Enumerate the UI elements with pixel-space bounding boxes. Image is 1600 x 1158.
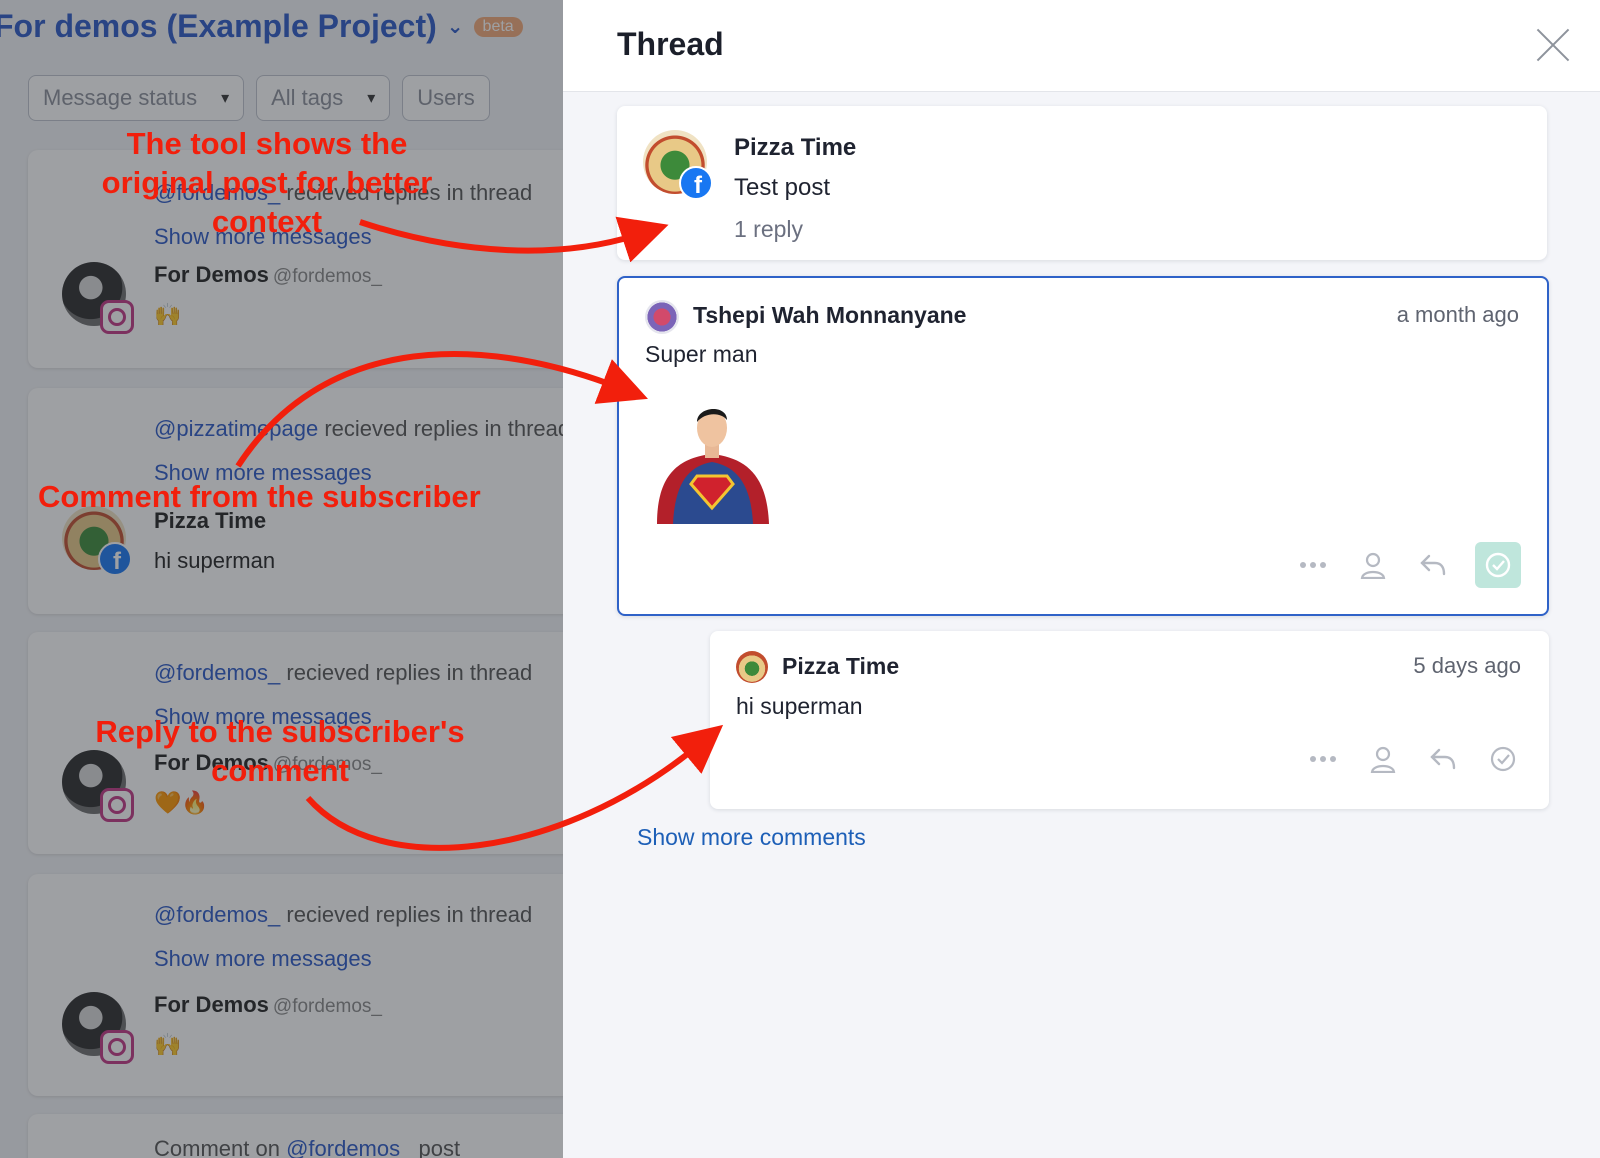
resolve-check-icon[interactable]	[1475, 542, 1521, 588]
reply-actions	[1305, 741, 1521, 777]
filter-bar: Message status ▾ All tags ▾ Users	[28, 75, 490, 121]
annotation-original-post: The tool shows the original post for bet…	[82, 124, 452, 241]
reply-text: hi superman	[736, 693, 863, 719]
post-author: Pizza Time	[734, 134, 857, 161]
instagram-icon	[100, 300, 134, 334]
card-message: 🙌	[154, 302, 182, 327]
card-author: For Demos	[154, 262, 269, 287]
reply-count[interactable]: 1 reply	[734, 216, 803, 243]
thread-panel: Thread f Pizza Time Test post 1 reply Ts…	[563, 0, 1600, 1158]
show-more-comments-link[interactable]: Show more comments	[637, 824, 866, 851]
superman-image[interactable]	[647, 396, 777, 526]
comment-author: Tshepi Wah Monnanyane	[693, 302, 967, 328]
card-handle[interactable]: @fordemos_	[154, 660, 280, 685]
close-icon[interactable]	[1534, 26, 1572, 64]
avatar	[736, 651, 768, 683]
reply-timestamp: 5 days ago	[1413, 653, 1521, 678]
list-item[interactable]: Comment on @fordemos_ post	[28, 1114, 563, 1158]
card-row-text: recieved replies in thread	[324, 416, 563, 441]
annotation-line: original post for better	[101, 165, 433, 200]
filter-label: Message status	[43, 85, 198, 110]
original-post-card[interactable]: f Pizza Time Test post 1 reply	[617, 106, 1547, 260]
project-selector[interactable]: For demos (Example Project) ⌄ beta	[0, 8, 523, 45]
comment-actions	[1295, 542, 1521, 588]
card-handle[interactable]: @fordemos_	[286, 1136, 412, 1158]
thread-header: Thread	[563, 0, 1600, 92]
card-handle[interactable]: @fordemos_	[154, 902, 280, 927]
reply-author: Pizza Time	[782, 653, 900, 679]
annotation-line: comment	[211, 753, 349, 788]
card-author: For Demos	[154, 992, 269, 1017]
post-text: Test post	[734, 174, 831, 201]
facebook-icon: f	[679, 166, 713, 200]
page-title: Thread	[617, 26, 724, 62]
annotation-subscriber-comment: Comment from the subscriber	[38, 479, 481, 514]
beta-badge: beta	[473, 16, 523, 37]
card-row-text: recieved replies in thread	[286, 902, 533, 927]
annotation-line: Reply to the subscriber's	[95, 714, 465, 749]
chevron-down-icon: ⌄	[446, 16, 464, 38]
card-handle[interactable]: @pizzatimepage	[154, 416, 318, 441]
card-message: hi superman	[154, 548, 276, 573]
assign-user-icon[interactable]	[1365, 741, 1401, 777]
annotation-line: context	[211, 204, 323, 239]
users-filter[interactable]: Users	[402, 75, 490, 121]
instagram-icon	[100, 788, 134, 822]
more-options-icon[interactable]	[1305, 741, 1341, 777]
subscriber-comment-card[interactable]: Tshepi Wah Monnanyane a month ago Super …	[617, 276, 1549, 616]
resolve-check-icon[interactable]	[1485, 741, 1521, 777]
card-author-handle: @fordemos_	[272, 266, 382, 287]
reply-icon[interactable]	[1425, 741, 1461, 777]
filter-label: Users	[417, 85, 475, 110]
chevron-down-icon: ▾	[367, 90, 376, 107]
chevron-down-icon: ▾	[221, 90, 230, 107]
avatar	[62, 992, 134, 1064]
reply-card[interactable]: Pizza Time 5 days ago hi superman	[710, 631, 1549, 809]
more-options-icon[interactable]	[1295, 547, 1331, 583]
avatar	[645, 300, 679, 334]
reply-icon[interactable]	[1415, 547, 1451, 583]
card-prefix: Comment on	[154, 1136, 280, 1158]
show-more-messages-link[interactable]: Show more messages	[154, 946, 372, 972]
facebook-icon: f	[98, 542, 132, 576]
annotation-reply: Reply to the subscriber's comment	[70, 712, 490, 790]
comment-timestamp: a month ago	[1396, 302, 1519, 327]
filter-label: All tags	[271, 85, 344, 110]
message-status-filter[interactable]: Message status ▾	[28, 75, 245, 121]
avatar: f	[643, 130, 713, 200]
annotation-line: The tool shows the	[126, 126, 408, 161]
instagram-icon	[100, 1030, 134, 1064]
card-message: 🧡🔥	[154, 790, 209, 815]
card-author-handle: @fordemos_	[272, 996, 382, 1017]
assign-user-icon[interactable]	[1355, 547, 1391, 583]
comment-text: Super man	[645, 341, 758, 367]
tags-filter[interactable]: All tags ▾	[256, 75, 391, 121]
card-row-text: recieved replies in thread	[286, 660, 533, 685]
list-item[interactable]: @fordemos_ recieved replies in thread Sh…	[28, 874, 563, 1096]
project-title: For demos (Example Project)	[0, 8, 437, 44]
avatar	[62, 262, 134, 334]
card-suffix: post	[418, 1136, 461, 1158]
card-message: 🙌	[154, 1032, 182, 1057]
